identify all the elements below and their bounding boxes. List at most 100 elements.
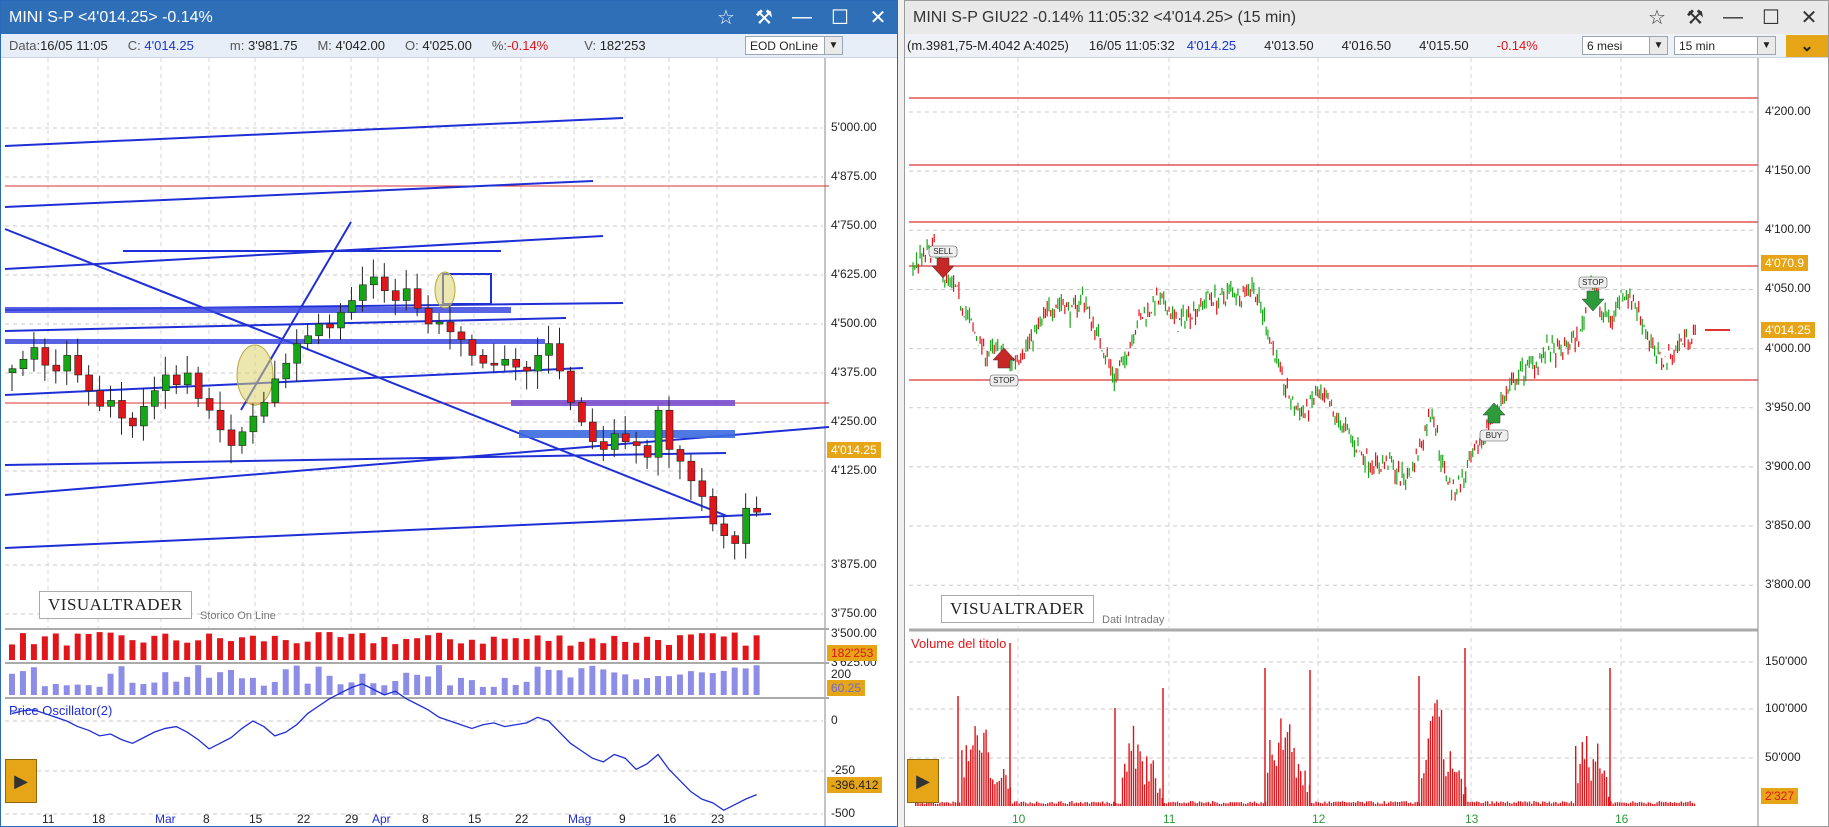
left-price-chart[interactable] xyxy=(1,58,898,827)
volume-bar xyxy=(1484,801,1487,806)
candle-body xyxy=(30,347,39,360)
volume-bar xyxy=(1689,801,1691,806)
mode-select[interactable]: EOD OnLine ▼ xyxy=(744,36,843,55)
volume-bar xyxy=(1080,801,1082,806)
volume-bar xyxy=(1383,801,1385,806)
candle-body xyxy=(632,441,641,446)
volume-bar xyxy=(1016,801,1018,806)
volume-bar xyxy=(1352,802,1355,806)
volume-bar xyxy=(1291,752,1293,806)
date-axis-label: 11 xyxy=(42,812,55,826)
volume-bar xyxy=(1216,802,1218,806)
volume-bar xyxy=(589,638,596,660)
volume-bar xyxy=(1236,802,1238,806)
expand-chevron-button[interactable]: ⌄ xyxy=(1786,34,1828,57)
interval-select[interactable]: 15 min ▼ xyxy=(1674,36,1776,55)
right-intraday-chart[interactable]: SELL STOP BUY STOP xyxy=(905,58,1829,827)
buy-signal-label: BUY xyxy=(1486,431,1503,440)
volume-bar xyxy=(468,639,475,660)
secondary-bar xyxy=(545,669,552,695)
volume-bar xyxy=(293,643,300,660)
volume-bar xyxy=(1322,803,1324,806)
volume-bar xyxy=(676,635,683,660)
secondary-bar xyxy=(709,673,716,695)
right-volume-tag: 2'327 xyxy=(1761,788,1798,804)
volume-bar xyxy=(622,641,629,660)
price-axis-label: 4'050.00 xyxy=(1765,281,1811,296)
volume-bar xyxy=(1691,802,1693,806)
volume-bar xyxy=(1401,801,1403,806)
volume-bar xyxy=(1209,803,1212,806)
secondary-bar xyxy=(260,685,267,695)
volume-bar xyxy=(173,640,180,660)
date-axis-label: 11 xyxy=(1163,812,1176,826)
volume-bar xyxy=(74,633,81,660)
tools-hammer-icon[interactable]: ⚒ xyxy=(745,1,783,34)
volume-bar xyxy=(1544,801,1546,806)
volume-bar xyxy=(1005,775,1007,806)
secondary-bar xyxy=(315,666,322,695)
volume-bar xyxy=(731,632,738,660)
secondary-bar xyxy=(731,667,738,695)
volume-bar xyxy=(1667,802,1669,806)
volume-bar xyxy=(1003,768,1005,806)
volume-bar xyxy=(1425,759,1427,806)
volume-bar xyxy=(1511,803,1513,806)
secondary-bar xyxy=(129,682,136,695)
volume-bar xyxy=(992,779,994,806)
volume-bar xyxy=(1042,803,1044,806)
candle-body xyxy=(446,321,455,333)
volume-bar xyxy=(326,632,333,660)
volume-bar xyxy=(1429,720,1432,806)
right-titlebar[interactable]: MINI S-P GIU22 -0.14% 11:05:32 <4'014.25… xyxy=(905,1,1828,34)
right-play-button[interactable]: ▶ xyxy=(907,759,939,803)
volume-bar xyxy=(1385,803,1388,806)
volume-bar xyxy=(1271,754,1273,806)
candle-body xyxy=(52,364,61,372)
favorite-star-icon[interactable]: ☆ xyxy=(1638,1,1676,34)
volume-bar xyxy=(1403,801,1405,806)
volume-bar xyxy=(1601,773,1603,806)
volume-bar xyxy=(1020,801,1022,806)
volume-bar xyxy=(30,644,37,660)
left-play-button[interactable]: ▶ xyxy=(5,759,37,803)
candle-body xyxy=(282,362,291,380)
candle-body xyxy=(534,355,542,372)
candle-body xyxy=(742,507,750,544)
volume-bar xyxy=(578,641,585,660)
minimize-icon[interactable]: — xyxy=(1714,1,1752,34)
candle-body xyxy=(589,421,597,442)
date-axis-label: 18 xyxy=(92,812,106,826)
volume-bar xyxy=(989,778,992,806)
candle-body xyxy=(479,355,488,364)
secondary-bar xyxy=(556,670,563,695)
volume-bar xyxy=(1363,803,1366,806)
minimize-icon[interactable]: — xyxy=(783,1,821,34)
close-icon[interactable]: ✕ xyxy=(1790,1,1828,34)
volume-bar xyxy=(1489,803,1491,806)
left-titlebar[interactable]: MINI S-P <4'014.25> -0.14% ☆ ⚒ — ☐ ✕ xyxy=(1,1,897,34)
volume-bar xyxy=(436,632,443,660)
period-select[interactable]: 6 mesi ▼ xyxy=(1582,36,1668,55)
date-axis-label: 8 xyxy=(203,812,210,826)
open-field: O: 4'025.00 xyxy=(405,38,472,53)
candle-body xyxy=(216,409,225,431)
volume-bar xyxy=(1317,802,1319,806)
volume-bar xyxy=(994,784,996,806)
volume-bar xyxy=(52,633,59,660)
volume-bar xyxy=(963,777,965,806)
volume-bar xyxy=(1300,771,1302,806)
volume-bar xyxy=(512,638,519,660)
secondary-bar xyxy=(217,672,224,695)
maximize-icon[interactable]: ☐ xyxy=(821,1,859,34)
secondary-bar xyxy=(173,681,180,695)
volume-bar xyxy=(1335,801,1337,806)
tools-hammer-icon[interactable]: ⚒ xyxy=(1676,1,1714,34)
volume-bar xyxy=(1011,803,1014,806)
favorite-star-icon[interactable]: ☆ xyxy=(707,1,745,34)
volume-bar xyxy=(1568,803,1570,806)
close-icon[interactable]: ✕ xyxy=(859,1,897,34)
volume-bar xyxy=(162,633,169,660)
volume-bar xyxy=(1660,801,1663,806)
maximize-icon[interactable]: ☐ xyxy=(1752,1,1790,34)
